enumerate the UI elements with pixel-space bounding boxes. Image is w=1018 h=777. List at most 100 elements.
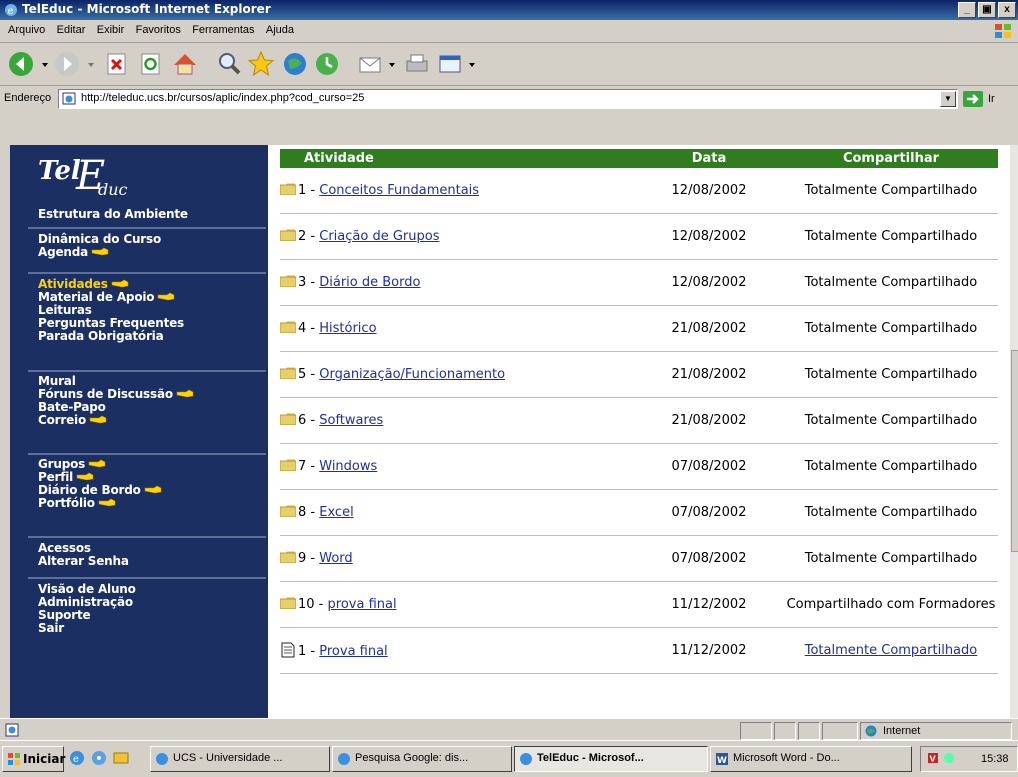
home-icon[interactable]: [170, 49, 200, 79]
svg-text:e: e: [73, 754, 79, 765]
mail-dropdown-icon[interactable]: [386, 49, 398, 79]
maximize-button[interactable]: ▣: [978, 2, 996, 18]
task-google[interactable]: Pesquisa Google: dis...: [332, 746, 512, 772]
folder-icon: [280, 321, 296, 333]
sidebar-item-label: Suporte: [38, 608, 91, 622]
refresh-icon[interactable]: [136, 49, 166, 79]
svg-text:e: e: [8, 6, 14, 17]
menu-item-ajuda[interactable]: Ajuda: [266, 24, 294, 36]
sidebar-item-alterar-senha[interactable]: Alterar Senha: [38, 555, 258, 568]
activity-link[interactable]: Histórico: [319, 321, 376, 336]
quicklaunch-ie-icon[interactable]: e: [68, 750, 86, 766]
share-text: Totalmente Compartilhado: [804, 321, 978, 336]
sidebar-item-label: Bate-Papo: [38, 400, 106, 414]
activity-link[interactable]: Word: [319, 551, 352, 566]
table-row: 4 - Histórico 21/08/2002 Totalmente Compar…: [280, 305, 998, 352]
close-button[interactable]: x: [998, 2, 1016, 18]
sidebar-item-correio[interactable]: Correio: [38, 414, 258, 427]
address-input[interactable]: http://teleduc.ucs.br/cursos/aplic/index…: [58, 89, 958, 109]
folder-icon: [280, 597, 296, 609]
forward-icon[interactable]: [52, 49, 82, 79]
print-icon[interactable]: [402, 49, 432, 79]
sidebar-item-suporte[interactable]: Suporte: [38, 609, 258, 622]
back-icon[interactable]: [6, 49, 36, 79]
pointing-hand-icon: [88, 459, 106, 468]
sidebar-divider: [28, 577, 266, 579]
history-icon[interactable]: [312, 49, 342, 79]
start-button[interactable]: Iniciar: [2, 746, 65, 772]
page-status-icon: [5, 723, 19, 737]
taskbar: Iniciar e UCS - Universidade ... Pesquis…: [0, 740, 1018, 777]
forward-dropdown-icon[interactable]: [84, 49, 98, 79]
task-teleduc[interactable]: TelEduc - Microsof...: [514, 746, 708, 772]
sidebar-item-label: Grupos: [38, 457, 86, 471]
search-icon[interactable]: [214, 49, 244, 79]
scrollbar-thumb[interactable]: [1011, 350, 1018, 552]
table-row: 3 - Diário de Bordo 12/08/2002 Totalmente …: [280, 259, 998, 306]
edit-icon[interactable]: [436, 49, 466, 79]
activity-link[interactable]: Criação de Grupos: [319, 229, 439, 244]
share-cell: Totalmente Compartilhado: [784, 489, 998, 536]
activity-link[interactable]: Windows: [319, 459, 377, 474]
status-panel: [822, 722, 858, 740]
activity-link[interactable]: Prova final: [319, 644, 387, 659]
task-word[interactable]: W Microsoft Word - Do...: [710, 746, 912, 772]
share-text: Totalmente Compartilhado: [804, 229, 978, 244]
edit-dropdown-icon[interactable]: [466, 49, 478, 79]
window-titlebar[interactable]: e TelEduc - Microsoft Internet Explorer …: [0, 0, 1018, 20]
activity-link[interactable]: prova final: [328, 597, 397, 612]
go-button-label[interactable]: Ir: [988, 93, 995, 105]
menu-item-exibir[interactable]: Exibir: [97, 24, 125, 36]
activity-link[interactable]: Softwares: [319, 413, 383, 428]
media-icon[interactable]: [280, 49, 310, 79]
activity-link[interactable]: Excel: [319, 505, 353, 520]
mail-icon[interactable]: [356, 49, 386, 79]
share-cell: Totalmente Compartilhado: [784, 305, 998, 352]
activity-link[interactable]: Organização/Funcionamento: [319, 367, 505, 382]
table-row: 9 - Word 07/08/2002 Totalmente Compartilha…: [280, 535, 998, 582]
favorites-icon[interactable]: [246, 49, 276, 79]
share-text: Totalmente Compartilhado: [804, 413, 978, 428]
activity-link[interactable]: Conceitos Fundamentais: [319, 183, 479, 198]
header-compartilhar: Compartilhar: [784, 149, 998, 168]
table-header: Atividade Data Compartilhar: [280, 149, 998, 168]
menu-item-favoritos[interactable]: Favoritos: [136, 24, 181, 36]
antivirus-icon[interactable]: V: [927, 752, 939, 764]
sidebar-item-agenda[interactable]: Agenda: [38, 246, 258, 259]
activity-cell: 4 - Histórico: [280, 305, 634, 352]
activity-separator: -: [306, 275, 320, 290]
stop-icon[interactable]: [102, 49, 132, 79]
folder-icon: [280, 551, 296, 563]
activity-cell: 7 - Windows: [280, 443, 634, 490]
menu-item-ferramentas[interactable]: Ferramentas: [192, 24, 254, 36]
sidebar-item-estrutura-do-ambiente[interactable]: Estrutura do Ambiente: [38, 208, 258, 221]
quicklaunch-desktop-icon[interactable]: [112, 750, 130, 766]
sidebar-item-label: Leituras: [38, 303, 92, 317]
back-dropdown-icon[interactable]: [38, 49, 52, 79]
address-dropdown-button[interactable]: ▼: [940, 91, 956, 107]
pointing-hand-icon: [157, 292, 175, 301]
window-title: TelEduc - Microsoft Internet Explorer: [22, 2, 271, 16]
date-cell: 21/08/2002: [634, 305, 784, 352]
activity-link[interactable]: Diário de Bordo: [319, 275, 420, 290]
share-cell: Totalmente Compartilhado: [784, 627, 998, 674]
sidebar-group: Dinâmica do Curso Agenda: [38, 233, 258, 259]
network-icon[interactable]: [943, 752, 955, 764]
quicklaunch-media-icon[interactable]: [90, 750, 108, 766]
share-link[interactable]: Totalmente Compartilhado: [805, 643, 977, 658]
menu-item-arquivo[interactable]: Arquivo: [8, 24, 45, 36]
sidebar-item-parada-obrigatoria[interactable]: Parada Obrigatória: [38, 330, 258, 343]
menu-bar: Arquivo Editar Exibir Favoritos Ferramen…: [0, 20, 1018, 43]
svg-text:Tel: Tel: [38, 156, 81, 186]
task-ucs[interactable]: UCS - Universidade ...: [150, 746, 330, 772]
vertical-scrollbar[interactable]: [1010, 145, 1018, 718]
minimize-button[interactable]: _: [958, 2, 976, 18]
sidebar-item-label: Visão de Aluno: [38, 582, 136, 596]
menu-item-editar[interactable]: Editar: [57, 24, 86, 36]
go-arrow-icon[interactable]: [962, 90, 984, 108]
address-label: Endereço: [4, 92, 52, 104]
sidebar-item-portfolio[interactable]: Portfólio: [38, 497, 258, 510]
date-cell: 07/08/2002: [634, 489, 784, 536]
folder-icon: [280, 505, 296, 517]
sidebar-item-sair[interactable]: Sair: [38, 622, 258, 635]
